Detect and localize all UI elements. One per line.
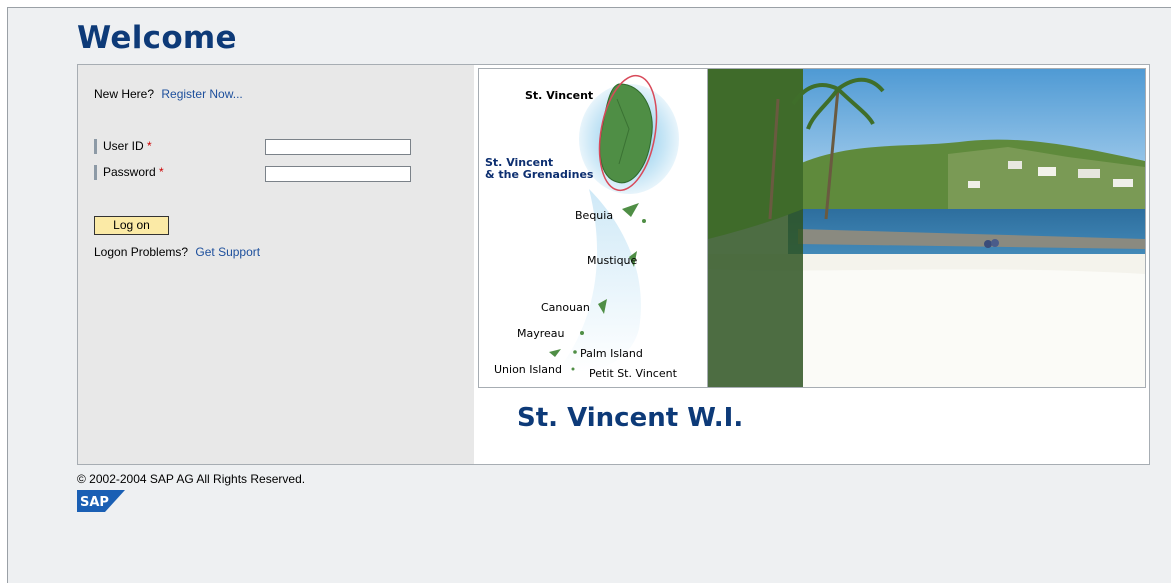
copyright-text: © 2002-2004 SAP AG All Rights Reserved. (77, 472, 306, 486)
map-label-mustique: Mustique (587, 254, 638, 267)
beach-photo-graphic (708, 69, 1145, 387)
map-label-country: St. Vincent & the Grenadines (485, 157, 593, 181)
logon-form: New Here? Register Now... User ID * Pass… (78, 65, 474, 464)
page-title: Welcome (77, 20, 237, 56)
required-marker: * (159, 165, 164, 179)
sap-logo-graphic: SAP (77, 490, 125, 512)
sap-logo-text: SAP (80, 495, 109, 510)
sap-logo: SAP (77, 490, 125, 517)
map-label-mayreau: Mayreau (517, 327, 565, 340)
register-row: New Here? Register Now... (94, 87, 243, 101)
map-label-canouan: Canouan (541, 301, 590, 314)
logon-problems-text: Logon Problems? (94, 245, 189, 259)
password-input[interactable] (265, 166, 411, 182)
password-label-text: Password (103, 165, 156, 179)
map-label-petit-st-vincent: Petit St. Vincent (589, 367, 677, 380)
map-label-union-island: Union Island (494, 363, 563, 376)
grenadines-map: St. Vincent St. Vincent & the Grenadines… (478, 68, 708, 388)
banner-image-pane: St. Vincent St. Vincent & the Grenadines… (475, 65, 1149, 464)
user-id-label: User ID * (94, 139, 152, 154)
register-now-link[interactable]: Register Now... (161, 87, 242, 101)
logon-panel: New Here? Register Now... User ID * Pass… (77, 64, 1150, 465)
logon-problems-row: Logon Problems? Get Support (94, 245, 260, 259)
location-caption: St. Vincent W.I. (517, 403, 744, 433)
map-label-st-vincent: St. Vincent (525, 89, 594, 102)
map-label-palm-island: Palm Island (580, 347, 643, 360)
map-graphic (479, 69, 707, 387)
map-label-country-line2: & the Grenadines (485, 168, 594, 181)
get-support-link[interactable]: Get Support (195, 245, 260, 259)
beach-photo (707, 68, 1146, 388)
map-label-bequia: Bequia (575, 209, 614, 222)
new-here-text: New Here? (94, 87, 155, 101)
password-label: Password * (94, 165, 164, 180)
log-on-button[interactable]: Log on (94, 216, 169, 235)
user-id-label-text: User ID (103, 139, 144, 153)
user-id-input[interactable] (265, 139, 411, 155)
required-marker: * (147, 139, 152, 153)
